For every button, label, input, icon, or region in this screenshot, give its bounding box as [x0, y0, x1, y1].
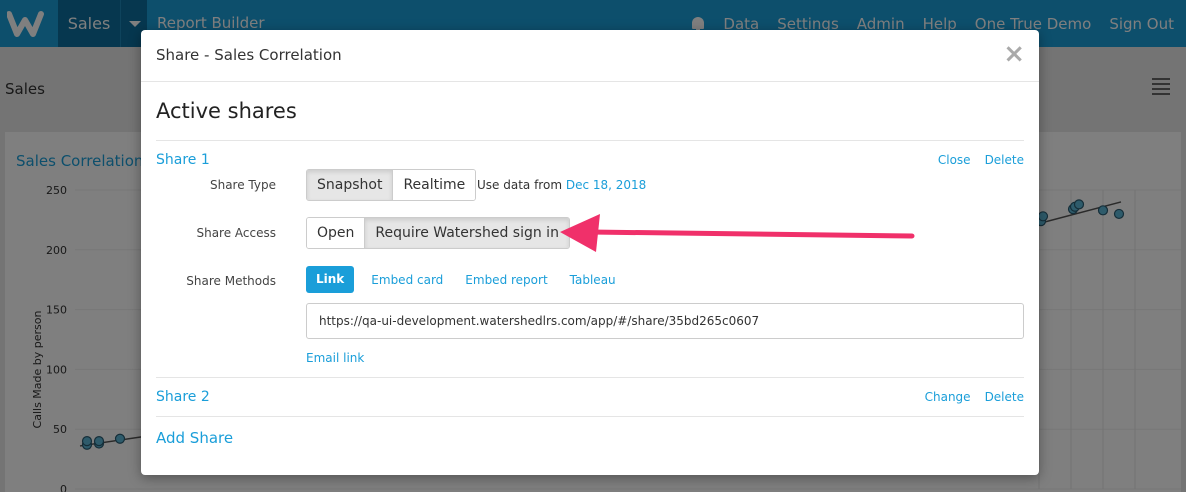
annotation-arrow: [560, 214, 915, 252]
